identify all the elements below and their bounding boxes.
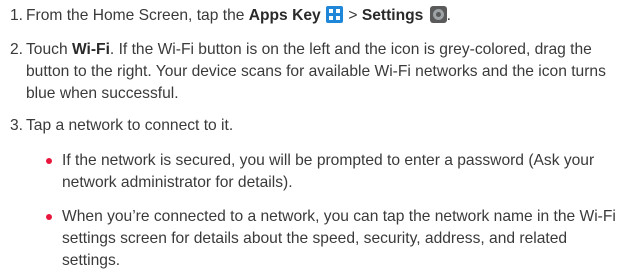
step-number: 1. xyxy=(10,7,24,24)
bullet-item-secured: If the network is secured, you will be p… xyxy=(46,150,626,194)
step-2-touch: Touch xyxy=(26,41,72,58)
step-2-rest: . If the Wi-Fi button is on the left and… xyxy=(26,41,606,102)
step-3: 3. Tap a network to connect to it. xyxy=(10,115,625,137)
bullet-item-connected: When you’re connected to a network, you … xyxy=(46,206,626,272)
step-2: 2. Touch Wi-Fi. If the Wi-Fi button is o… xyxy=(10,39,625,105)
apps-key-label: Apps Key xyxy=(248,7,321,24)
separator: > xyxy=(344,7,362,24)
step-number: 2. xyxy=(10,41,24,58)
wifi-label: Wi-Fi xyxy=(71,41,110,58)
bullet-dot-icon xyxy=(46,214,52,220)
bullet-dot-icon xyxy=(46,158,52,164)
step-text: From the Home Screen, tap the Apps Key >… xyxy=(26,6,452,24)
apps-grid-icon xyxy=(326,6,344,23)
step-1: 1. From the Home Screen, tap the Apps Ke… xyxy=(10,5,625,27)
step-number: 3. xyxy=(10,117,24,134)
settings-gear-icon xyxy=(429,6,447,23)
instructions-document: 1. From the Home Screen, tap the Apps Ke… xyxy=(0,0,633,279)
bullet-text: If the network is secured, you will be p… xyxy=(62,152,595,191)
step-1-prefix: From the Home Screen, tap the xyxy=(26,7,249,24)
step-text: Touch Wi-Fi. If the Wi-Fi button is on t… xyxy=(26,39,625,105)
settings-label: Settings xyxy=(361,7,424,24)
bullet-text: When you’re connected to a network, you … xyxy=(62,208,616,269)
step-text: Tap a network to connect to it. xyxy=(26,117,234,134)
